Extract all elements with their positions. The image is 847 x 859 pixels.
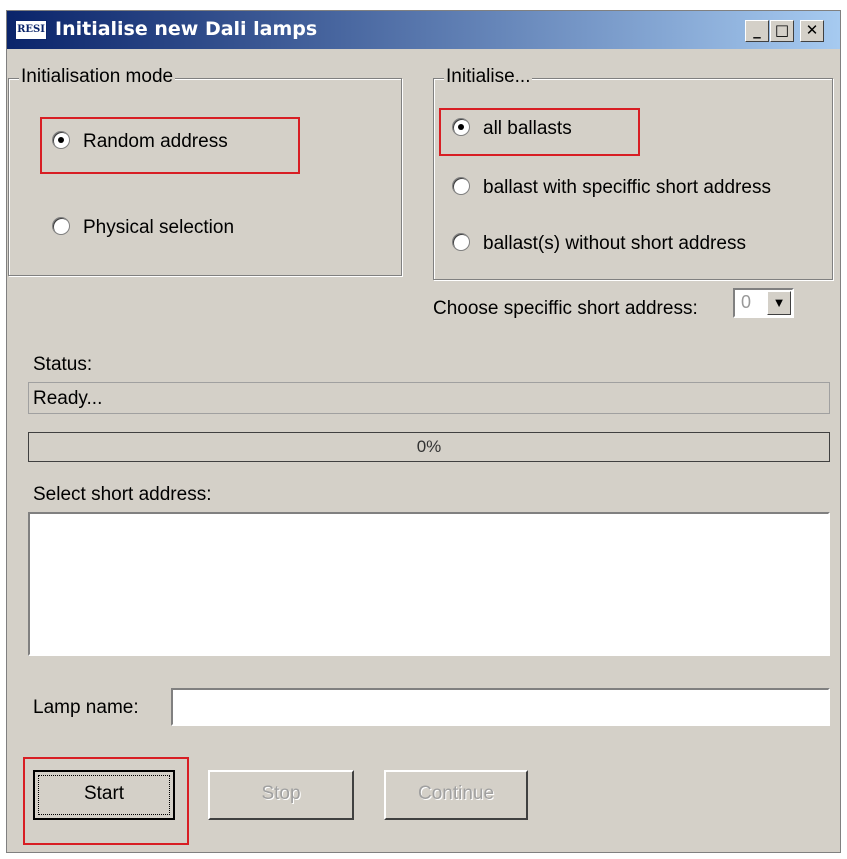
progress-bar: 0% bbox=[28, 432, 830, 462]
short-address-dropdown[interactable]: 0 ▼ bbox=[733, 288, 794, 318]
radio-label: ballast with speciffic short address bbox=[483, 177, 771, 198]
group-title-initialise: Initialise... bbox=[444, 66, 533, 88]
radio-ballast-specific-address[interactable]: ballast with speciffic short address bbox=[452, 177, 771, 199]
close-icon: ✕ bbox=[805, 21, 819, 39]
close-button[interactable]: ✕ bbox=[800, 20, 824, 42]
minimize-icon: _ bbox=[753, 21, 761, 39]
progress-text: 0% bbox=[416, 437, 442, 456]
status-text: Ready... bbox=[33, 388, 103, 409]
stop-button[interactable]: Stop bbox=[208, 770, 354, 820]
short-address-label: Choose speciffic short address: bbox=[433, 298, 698, 319]
minimize-button[interactable]: _ bbox=[745, 20, 769, 42]
window-title: Initialise new Dali lamps bbox=[55, 18, 318, 40]
start-button[interactable]: Start bbox=[33, 770, 175, 820]
group-title-initialisation-mode: Initialisation mode bbox=[19, 66, 176, 88]
maximize-button[interactable]: □ bbox=[770, 20, 794, 42]
radio-physical-selection[interactable]: Physical selection bbox=[52, 217, 234, 239]
radio-label: Physical selection bbox=[83, 217, 235, 238]
radio-unselected-icon bbox=[452, 177, 470, 195]
focus-rect bbox=[38, 775, 170, 815]
chevron-down-icon[interactable]: ▼ bbox=[767, 291, 791, 315]
lamp-name-input[interactable] bbox=[171, 688, 830, 726]
initialisation-mode-group: Initialisation mode bbox=[8, 66, 402, 276]
continue-button-label: Continue bbox=[417, 783, 495, 804]
radio-unselected-icon bbox=[52, 217, 70, 235]
maximize-icon: □ bbox=[774, 21, 790, 39]
stop-button-label: Stop bbox=[261, 783, 301, 804]
select-short-address-label: Select short address: bbox=[33, 484, 212, 505]
app-icon: RESI bbox=[15, 20, 47, 40]
radio-ballasts-without-address[interactable]: ballast(s) without short address bbox=[452, 233, 746, 255]
highlight-random-address bbox=[40, 117, 300, 174]
lamp-name-label: Lamp name: bbox=[33, 697, 139, 718]
continue-button[interactable]: Continue bbox=[384, 770, 528, 820]
status-label: Status: bbox=[33, 354, 93, 375]
status-box: Ready... bbox=[28, 382, 830, 414]
highlight-all-ballasts bbox=[439, 108, 640, 156]
radio-label: ballast(s) without short address bbox=[483, 233, 746, 254]
short-address-listbox[interactable] bbox=[28, 512, 830, 656]
title-bar[interactable]: RESI Initialise new Dali lamps _ □ ✕ bbox=[7, 11, 840, 49]
short-address-value: 0 bbox=[741, 292, 752, 312]
radio-unselected-icon bbox=[452, 233, 470, 251]
